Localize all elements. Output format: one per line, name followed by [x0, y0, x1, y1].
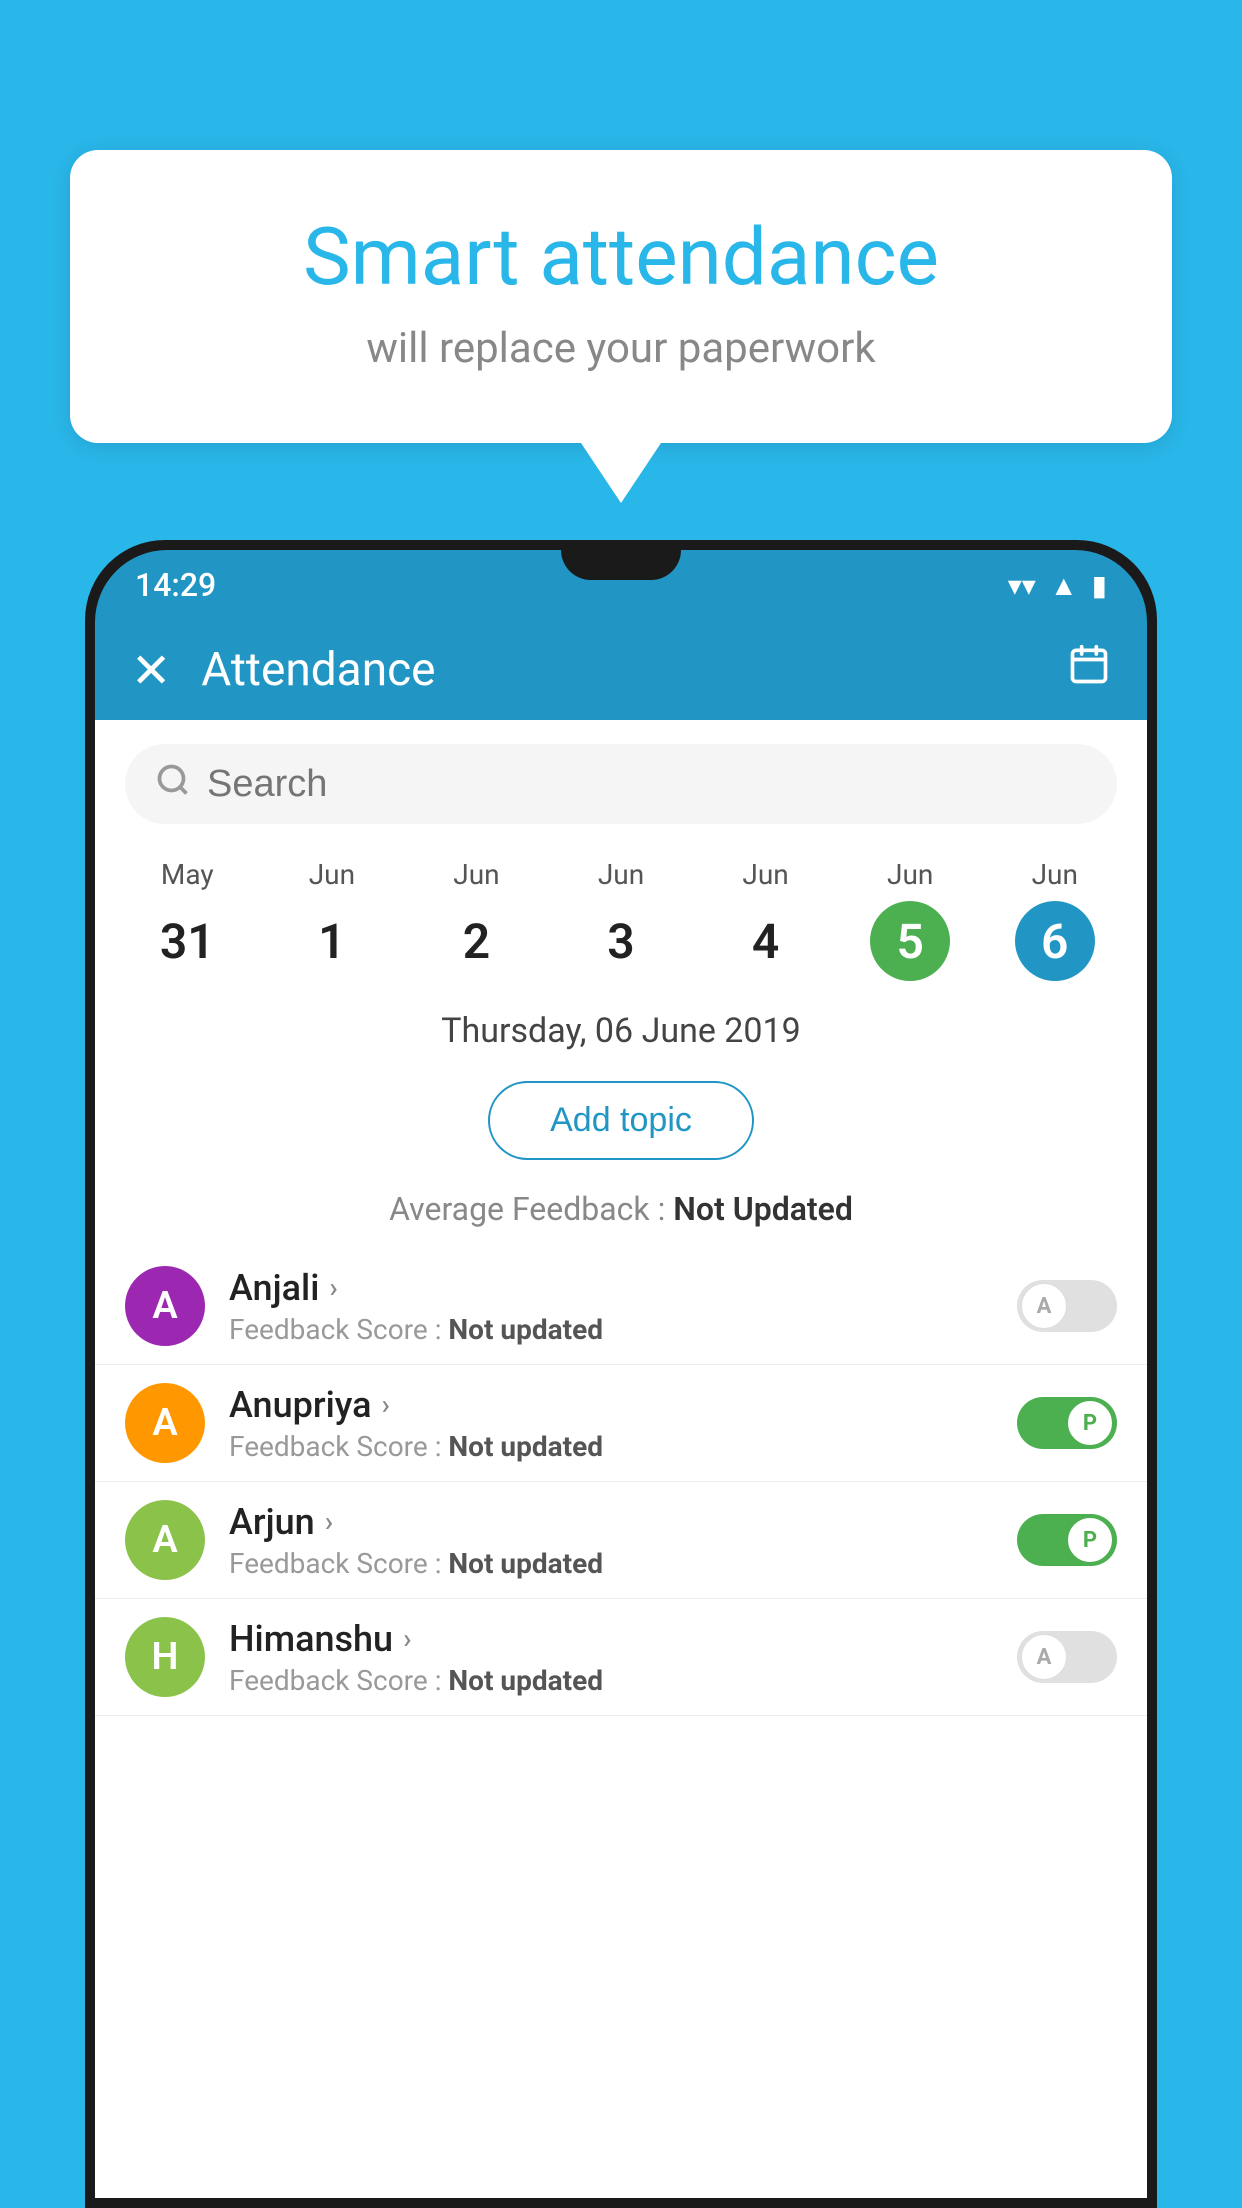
chevron-icon: › — [325, 1505, 333, 1538]
student-info: Himanshu › Feedback Score : Not updated — [229, 1618, 993, 1697]
date-month: Jun — [742, 858, 788, 891]
date-item[interactable]: Jun 4 — [693, 858, 838, 981]
toggle-thumb: A — [1021, 1283, 1067, 1329]
student-info: Anjali › Feedback Score : Not updated — [229, 1267, 993, 1346]
student-feedback: Feedback Score : Not updated — [229, 1664, 993, 1697]
student-name: Himanshu › — [229, 1618, 993, 1660]
student-info: Anupriya › Feedback Score : Not updated — [229, 1384, 993, 1463]
toggle-thumb: P — [1067, 1517, 1113, 1563]
student-item[interactable]: A Anjali › Feedback Score : Not updated A — [95, 1248, 1147, 1365]
chevron-icon: › — [329, 1271, 337, 1304]
bubble-subtitle: will replace your paperwork — [150, 324, 1092, 373]
date-item[interactable]: Jun 6 — [982, 858, 1127, 981]
student-feedback: Feedback Score : Not updated — [229, 1313, 993, 1346]
toggle-thumb: P — [1067, 1400, 1113, 1446]
date-number[interactable]: 6 — [1015, 901, 1095, 981]
date-number[interactable]: 5 — [870, 901, 950, 981]
student-info: Arjun › Feedback Score : Not updated — [229, 1501, 993, 1580]
avg-feedback-value: Not Updated — [673, 1190, 853, 1228]
attendance-toggle[interactable]: P — [1017, 1397, 1117, 1449]
signal-icon: ▲ — [1050, 569, 1078, 602]
student-item[interactable]: H Himanshu › Feedback Score : Not updated A — [95, 1599, 1147, 1716]
date-item[interactable]: May 31 — [115, 858, 260, 981]
phone-inner: 14:29 ▾▾ ▲ ▮ ✕ Attendance — [95, 550, 1147, 2198]
search-input[interactable] — [207, 763, 1087, 806]
attendance-toggle[interactable]: A — [1017, 1280, 1117, 1332]
toggle-wrap[interactable]: P — [1017, 1514, 1117, 1566]
student-feedback: Feedback Score : Not updated — [229, 1430, 993, 1463]
add-topic-button[interactable]: Add topic — [488, 1081, 754, 1160]
speech-bubble-container: Smart attendance will replace your paper… — [70, 150, 1172, 503]
date-number[interactable]: 3 — [581, 901, 661, 981]
date-number[interactable]: 4 — [726, 901, 806, 981]
date-item[interactable]: Jun 1 — [260, 858, 405, 981]
bubble-tail — [581, 443, 661, 503]
student-item[interactable]: A Anupriya › Feedback Score : Not updated P — [95, 1365, 1147, 1482]
date-item[interactable]: Jun 5 — [838, 858, 983, 981]
search-icon — [155, 762, 191, 807]
status-time: 14:29 — [135, 566, 216, 604]
search-bar[interactable] — [125, 744, 1117, 824]
calendar-icon[interactable] — [1067, 643, 1111, 698]
date-month: Jun — [453, 858, 499, 891]
toggle-wrap[interactable]: A — [1017, 1280, 1117, 1332]
chevron-icon: › — [382, 1388, 390, 1421]
close-button[interactable]: ✕ — [131, 642, 171, 699]
toggle-thumb: A — [1021, 1634, 1067, 1680]
toggle-wrap[interactable]: P — [1017, 1397, 1117, 1449]
date-month: May — [161, 858, 214, 891]
status-icons: ▾▾ ▲ ▮ — [1008, 569, 1107, 602]
date-month: Jun — [1032, 858, 1078, 891]
avg-feedback: Average Feedback : Not Updated — [95, 1180, 1147, 1248]
student-name: Arjun › — [229, 1501, 993, 1543]
app-bar: ✕ Attendance — [95, 620, 1147, 720]
student-item[interactable]: A Arjun › Feedback Score : Not updated P — [95, 1482, 1147, 1599]
app-bar-title: Attendance — [201, 643, 1067, 697]
speech-bubble: Smart attendance will replace your paper… — [70, 150, 1172, 443]
date-item[interactable]: Jun 3 — [549, 858, 694, 981]
avatar: A — [125, 1500, 205, 1580]
wifi-icon: ▾▾ — [1008, 569, 1036, 602]
date-month: Jun — [887, 858, 933, 891]
student-name: Anjali › — [229, 1267, 993, 1309]
date-strip: May 31 Jun 1 Jun 2 Jun 3 Jun 4 Jun 5 Jun 6 — [95, 848, 1147, 1001]
phone-frame: 14:29 ▾▾ ▲ ▮ ✕ Attendance — [85, 540, 1157, 2208]
battery-icon: ▮ — [1092, 569, 1107, 602]
date-number[interactable]: 2 — [436, 901, 516, 981]
student-name: Anupriya › — [229, 1384, 993, 1426]
date-month: Jun — [598, 858, 644, 891]
chevron-icon: › — [403, 1622, 411, 1655]
date-item[interactable]: Jun 2 — [404, 858, 549, 981]
avatar: A — [125, 1383, 205, 1463]
attendance-toggle[interactable]: A — [1017, 1631, 1117, 1683]
date-month: Jun — [309, 858, 355, 891]
screen-content: May 31 Jun 1 Jun 2 Jun 3 Jun 4 Jun 5 Jun 6 Thursday, … — [95, 720, 1147, 2198]
selected-date-heading: Thursday, 06 June 2019 — [95, 1001, 1147, 1061]
toggle-wrap[interactable]: A — [1017, 1631, 1117, 1683]
bubble-title: Smart attendance — [150, 210, 1092, 304]
attendance-toggle[interactable]: P — [1017, 1514, 1117, 1566]
notch — [561, 550, 681, 580]
status-bar: 14:29 ▾▾ ▲ ▮ — [95, 550, 1147, 620]
student-feedback: Feedback Score : Not updated — [229, 1547, 993, 1580]
date-number[interactable]: 31 — [147, 901, 227, 981]
date-number[interactable]: 1 — [292, 901, 372, 981]
student-list: AAnjali ›Feedback Score : Not updatedAAA… — [95, 1248, 1147, 1716]
avg-feedback-label: Average Feedback : — [389, 1190, 673, 1228]
avatar: A — [125, 1266, 205, 1346]
avatar: H — [125, 1617, 205, 1697]
